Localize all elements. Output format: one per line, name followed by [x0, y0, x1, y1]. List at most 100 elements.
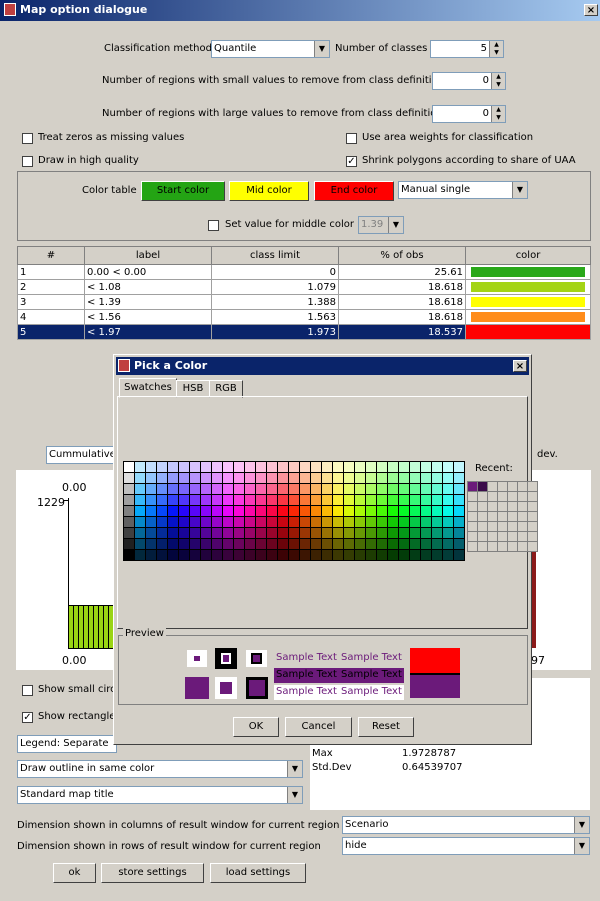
- color-swatch[interactable]: [256, 517, 266, 527]
- color-swatch[interactable]: [366, 550, 376, 560]
- recent-swatch[interactable]: [498, 522, 507, 531]
- recent-swatch[interactable]: [498, 492, 507, 501]
- color-swatch[interactable]: [135, 506, 145, 516]
- recent-swatch[interactable]: [478, 502, 487, 511]
- color-swatch[interactable]: [157, 550, 167, 560]
- color-swatch[interactable]: [234, 550, 244, 560]
- recent-swatch[interactable]: [518, 502, 527, 511]
- recent-swatch[interactable]: [528, 542, 537, 551]
- color-swatch[interactable]: [190, 506, 200, 516]
- recent-swatch[interactable]: [488, 532, 497, 541]
- color-swatch[interactable]: [190, 462, 200, 472]
- color-swatch[interactable]: [190, 528, 200, 538]
- color-swatch[interactable]: [190, 473, 200, 483]
- recent-swatch[interactable]: [498, 512, 507, 521]
- color-swatch[interactable]: [267, 495, 277, 505]
- color-swatch[interactable]: [399, 517, 409, 527]
- color-swatch[interactable]: [289, 473, 299, 483]
- recent-swatch[interactable]: [488, 522, 497, 531]
- recent-swatch[interactable]: [508, 502, 517, 511]
- map-title-select[interactable]: Standard map title ▼: [17, 786, 303, 804]
- treat-zeros-checkbox[interactable]: [22, 133, 33, 144]
- color-swatch[interactable]: [212, 462, 222, 472]
- color-swatch[interactable]: [168, 484, 178, 494]
- color-swatch[interactable]: [432, 462, 442, 472]
- color-swatch[interactable]: [443, 495, 453, 505]
- recent-swatch-grid[interactable]: [467, 481, 538, 552]
- color-swatch[interactable]: [333, 539, 343, 549]
- color-swatch[interactable]: [201, 550, 211, 560]
- color-swatch[interactable]: [410, 550, 420, 560]
- color-swatch[interactable]: [212, 517, 222, 527]
- row-color-cell[interactable]: [465, 294, 591, 310]
- recent-swatch[interactable]: [518, 522, 527, 531]
- color-swatch[interactable]: [443, 517, 453, 527]
- color-swatch[interactable]: [201, 484, 211, 494]
- color-swatch[interactable]: [377, 473, 387, 483]
- color-swatch[interactable]: [333, 473, 343, 483]
- recent-swatch[interactable]: [528, 492, 537, 501]
- color-swatch[interactable]: [146, 473, 156, 483]
- color-swatch[interactable]: [432, 550, 442, 560]
- color-swatch[interactable]: [344, 473, 354, 483]
- color-swatch[interactable]: [234, 539, 244, 549]
- color-swatch[interactable]: [157, 495, 167, 505]
- color-swatch[interactable]: [454, 528, 464, 538]
- tab-swatches[interactable]: Swatches: [119, 378, 177, 398]
- recent-swatch[interactable]: [488, 542, 497, 551]
- color-swatch[interactable]: [388, 539, 398, 549]
- column-header[interactable]: #: [17, 246, 85, 265]
- color-swatch[interactable]: [278, 473, 288, 483]
- color-swatch[interactable]: [289, 517, 299, 527]
- recent-swatch[interactable]: [468, 522, 477, 531]
- color-swatch[interactable]: [432, 517, 442, 527]
- color-swatch[interactable]: [245, 517, 255, 527]
- color-swatch[interactable]: [421, 484, 431, 494]
- color-swatch[interactable]: [223, 528, 233, 538]
- color-swatch[interactable]: [333, 495, 343, 505]
- row-limit[interactable]: 0: [211, 264, 339, 280]
- color-swatch[interactable]: [366, 484, 376, 494]
- color-swatch[interactable]: [421, 506, 431, 516]
- color-swatch[interactable]: [300, 528, 310, 538]
- color-swatch[interactable]: [190, 484, 200, 494]
- color-swatch[interactable]: [443, 462, 453, 472]
- recent-swatch[interactable]: [468, 502, 477, 511]
- store-settings-button[interactable]: store settings: [101, 863, 204, 883]
- color-swatch[interactable]: [410, 495, 420, 505]
- color-swatch[interactable]: [179, 539, 189, 549]
- color-swatch[interactable]: [168, 539, 178, 549]
- small-values-spinner[interactable]: 0 ▲ ▼: [432, 72, 506, 90]
- color-swatch[interactable]: [355, 528, 365, 538]
- outline-select[interactable]: Draw outline in same color ▼: [17, 760, 303, 778]
- color-swatch[interactable]: [212, 495, 222, 505]
- color-swatch[interactable]: [146, 495, 156, 505]
- row-color-cell[interactable]: [465, 279, 591, 295]
- color-swatch[interactable]: [135, 517, 145, 527]
- color-swatch[interactable]: [256, 506, 266, 516]
- recent-swatch[interactable]: [528, 522, 537, 531]
- dim-columns-select[interactable]: Scenario ▼: [342, 816, 590, 834]
- color-swatch[interactable]: [234, 528, 244, 538]
- color-swatch[interactable]: [201, 473, 211, 483]
- recent-swatch[interactable]: [468, 532, 477, 541]
- legend-select[interactable]: Legend: Separate: [17, 735, 117, 753]
- color-swatch[interactable]: [355, 517, 365, 527]
- mid-color-button[interactable]: Mid color: [229, 181, 309, 201]
- color-swatch[interactable]: [454, 517, 464, 527]
- color-swatch[interactable]: [344, 539, 354, 549]
- recent-swatch[interactable]: [478, 532, 487, 541]
- color-swatch[interactable]: [234, 462, 244, 472]
- color-swatch[interactable]: [190, 495, 200, 505]
- color-swatch[interactable]: [377, 495, 387, 505]
- color-swatch[interactable]: [146, 539, 156, 549]
- recent-swatch[interactable]: [518, 542, 527, 551]
- color-swatch[interactable]: [168, 550, 178, 560]
- color-swatch[interactable]: [388, 495, 398, 505]
- color-swatch[interactable]: [179, 473, 189, 483]
- color-swatch[interactable]: [454, 473, 464, 483]
- column-header[interactable]: label: [84, 246, 212, 265]
- table-row-selected[interactable]: 5 < 1.97 1.973 18.537: [17, 324, 591, 340]
- recent-swatch[interactable]: [468, 542, 477, 551]
- color-swatch[interactable]: [289, 506, 299, 516]
